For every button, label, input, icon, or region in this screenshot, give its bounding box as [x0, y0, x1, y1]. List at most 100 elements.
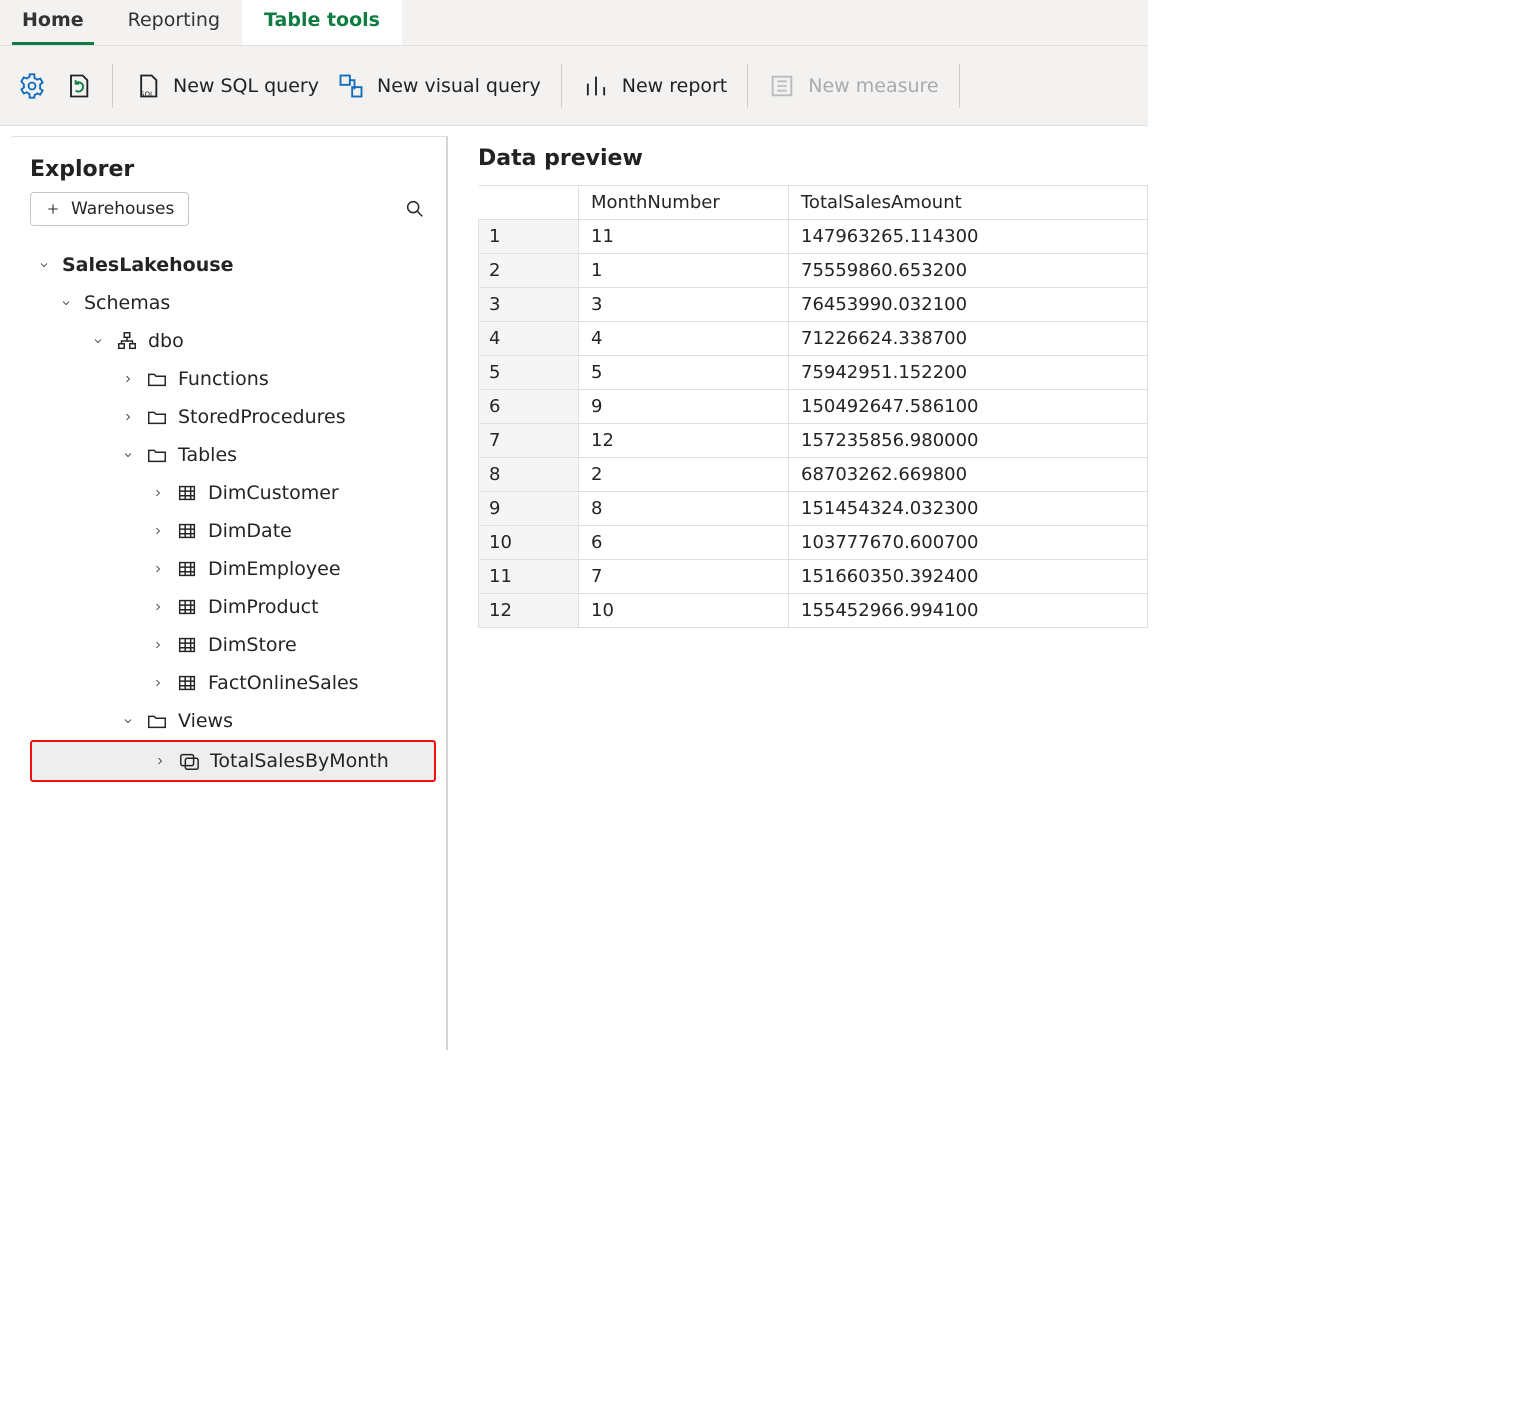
new-report-button[interactable]: New report [582, 72, 728, 100]
tree-functions[interactable]: Functions [30, 360, 436, 398]
table-row[interactable]: 5575942951.152200 [479, 356, 1148, 390]
table-row[interactable]: 98151454324.032300 [479, 492, 1148, 526]
visual-query-icon [337, 72, 365, 100]
settings-button[interactable] [18, 72, 46, 100]
tree-label: SalesLakehouse [62, 254, 233, 276]
table-row[interactable]: 111147963265.114300 [479, 220, 1148, 254]
new-measure-button: New measure [768, 72, 938, 100]
object-tree: SalesLakehouse Schemas dbo Functions Sto… [30, 246, 436, 782]
chevron-right-icon [150, 523, 166, 539]
warehouses-label: Warehouses [71, 199, 174, 219]
tree-table-item[interactable]: DimEmployee [30, 550, 436, 588]
tree-label: TotalSalesByMonth [210, 750, 389, 772]
tree-label: Schemas [84, 292, 170, 314]
row-number-cell: 7 [479, 424, 579, 458]
cell-monthnumber: 10 [579, 594, 789, 628]
tree-view-item[interactable]: TotalSalesByMonth [30, 740, 436, 782]
tab-home[interactable]: Home [0, 0, 106, 45]
row-number-cell: 1 [479, 220, 579, 254]
tab-table-tools[interactable]: Table tools [242, 0, 402, 45]
table-row[interactable]: 712157235856.980000 [479, 424, 1148, 458]
cell-totalsalesamount: 150492647.586100 [789, 390, 1148, 424]
row-number-cell: 3 [479, 288, 579, 322]
cell-totalsalesamount: 155452966.994100 [789, 594, 1148, 628]
new-visual-query-button[interactable]: New visual query [337, 72, 541, 100]
cell-monthnumber: 2 [579, 458, 789, 492]
row-number-header[interactable] [479, 186, 579, 220]
chevron-down-icon [120, 713, 136, 729]
tree-lakehouse[interactable]: SalesLakehouse [30, 246, 436, 284]
cell-totalsalesamount: 157235856.980000 [789, 424, 1148, 458]
table-row[interactable]: 106103777670.600700 [479, 526, 1148, 560]
row-number-cell: 11 [479, 560, 579, 594]
row-number-cell: 2 [479, 254, 579, 288]
chevron-right-icon [152, 753, 168, 769]
cell-monthnumber: 11 [579, 220, 789, 254]
table-row[interactable]: 8268703262.669800 [479, 458, 1148, 492]
chevron-right-icon [150, 675, 166, 691]
plus-icon [45, 201, 61, 217]
chevron-down-icon [58, 295, 74, 311]
tree-table-item[interactable]: DimCustomer [30, 474, 436, 512]
separator [112, 64, 113, 108]
table-row[interactable]: 4471226624.338700 [479, 322, 1148, 356]
cell-monthnumber: 3 [579, 288, 789, 322]
tree-tables[interactable]: Tables [30, 436, 436, 474]
table-icon [176, 482, 198, 504]
new-report-label: New report [622, 75, 728, 97]
row-number-cell: 6 [479, 390, 579, 424]
tree-table-item[interactable]: DimStore [30, 626, 436, 664]
table-icon [176, 596, 198, 618]
chevron-right-icon [150, 637, 166, 653]
new-sql-query-button[interactable]: SQL New SQL query [133, 72, 319, 100]
tab-reporting[interactable]: Reporting [106, 0, 242, 45]
tree-schemas[interactable]: Schemas [30, 284, 436, 322]
table-row[interactable]: 1210155452966.994100 [479, 594, 1148, 628]
chevron-right-icon [150, 485, 166, 501]
folder-icon [146, 444, 168, 466]
chevron-down-icon [120, 447, 136, 463]
cell-totalsalesamount: 147963265.114300 [789, 220, 1148, 254]
table-icon [176, 520, 198, 542]
cell-totalsalesamount: 151660350.392400 [789, 560, 1148, 594]
row-number-cell: 8 [479, 458, 579, 492]
tree-label: Functions [178, 368, 269, 390]
chevron-down-icon [36, 257, 52, 273]
column-header[interactable]: TotalSalesAmount [789, 186, 1148, 220]
table-icon [176, 672, 198, 694]
row-number-cell: 4 [479, 322, 579, 356]
folder-icon [146, 710, 168, 732]
add-warehouses-button[interactable]: Warehouses [30, 192, 189, 226]
cell-totalsalesamount: 75942951.152200 [789, 356, 1148, 390]
gear-icon [18, 72, 46, 100]
table-row[interactable]: 2175559860.653200 [479, 254, 1148, 288]
table-row[interactable]: 69150492647.586100 [479, 390, 1148, 424]
tree-label: DimProduct [208, 596, 319, 618]
tree-label: Tables [178, 444, 237, 466]
search-button[interactable] [404, 198, 426, 220]
tree-views[interactable]: Views [30, 702, 436, 740]
cell-monthnumber: 5 [579, 356, 789, 390]
chevron-right-icon [120, 409, 136, 425]
table-row[interactable]: 117151660350.392400 [479, 560, 1148, 594]
chevron-right-icon [150, 561, 166, 577]
cell-monthnumber: 8 [579, 492, 789, 526]
tree-table-item[interactable]: DimDate [30, 512, 436, 550]
row-number-cell: 12 [479, 594, 579, 628]
schema-icon [116, 330, 138, 352]
column-header[interactable]: MonthNumber [579, 186, 789, 220]
tree-label: dbo [148, 330, 184, 352]
tree-table-item[interactable]: FactOnlineSales [30, 664, 436, 702]
tree-dbo[interactable]: dbo [30, 322, 436, 360]
chevron-down-icon [90, 333, 106, 349]
view-icon [178, 750, 200, 772]
cell-monthnumber: 6 [579, 526, 789, 560]
cell-totalsalesamount: 151454324.032300 [789, 492, 1148, 526]
explorer-title: Explorer [30, 157, 436, 182]
tree-table-item[interactable]: DimProduct [30, 588, 436, 626]
refresh-button[interactable] [64, 72, 92, 100]
explorer-panel: Explorer Warehouses SalesLakehouse [10, 136, 448, 1050]
table-row[interactable]: 3376453990.032100 [479, 288, 1148, 322]
tree-label: Views [178, 710, 233, 732]
tree-stored-procedures[interactable]: StoredProcedures [30, 398, 436, 436]
